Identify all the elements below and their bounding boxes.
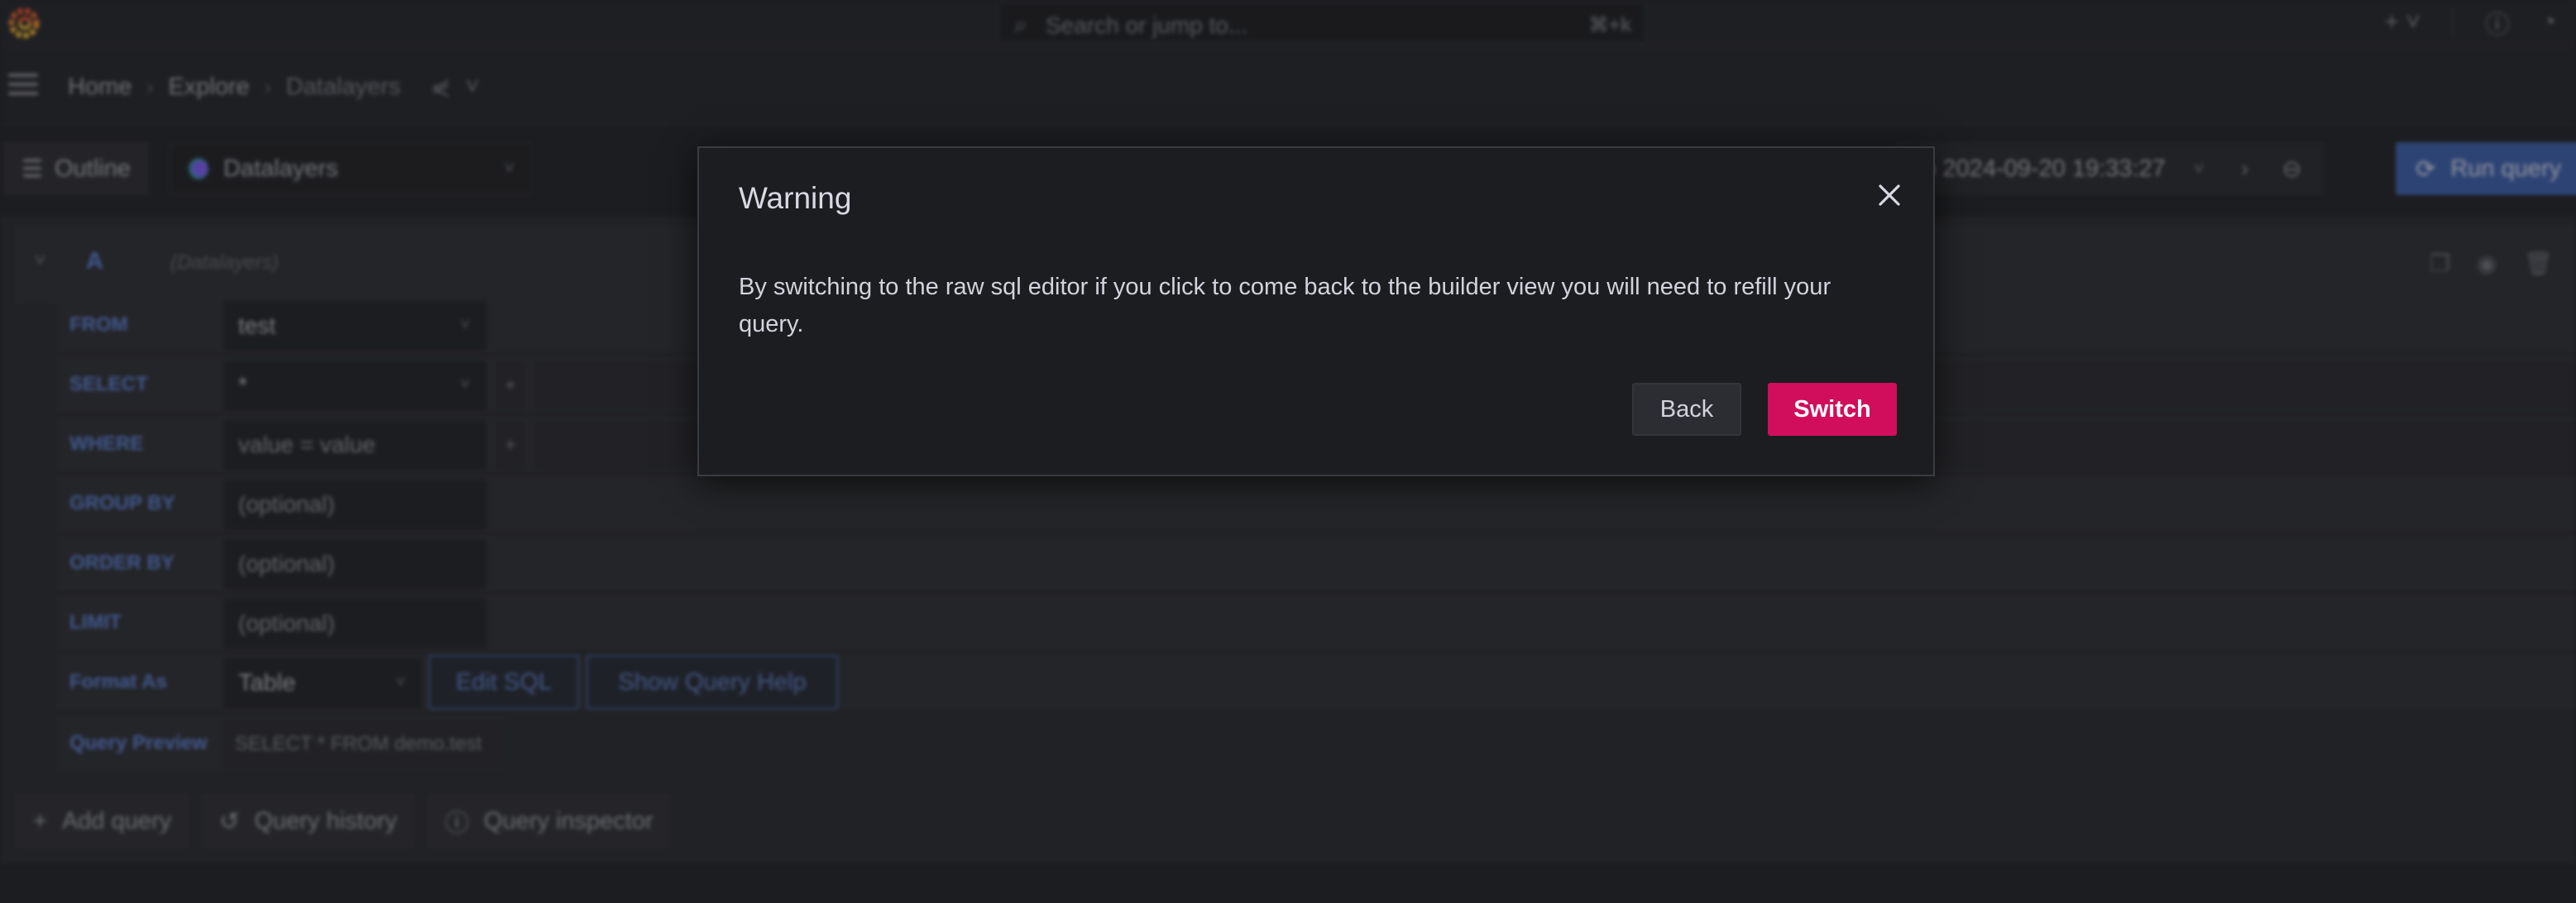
switch-button[interactable]: Switch [1768, 383, 1897, 436]
warning-modal: Warning By switching to the raw sql edit… [697, 146, 1935, 476]
modal-message: By switching to the raw sql editor if yo… [739, 274, 1831, 337]
back-button[interactable]: Back [1632, 383, 1741, 436]
modal-title: Warning [739, 181, 852, 215]
close-icon [1879, 184, 1900, 206]
close-button[interactable] [1870, 176, 1908, 214]
